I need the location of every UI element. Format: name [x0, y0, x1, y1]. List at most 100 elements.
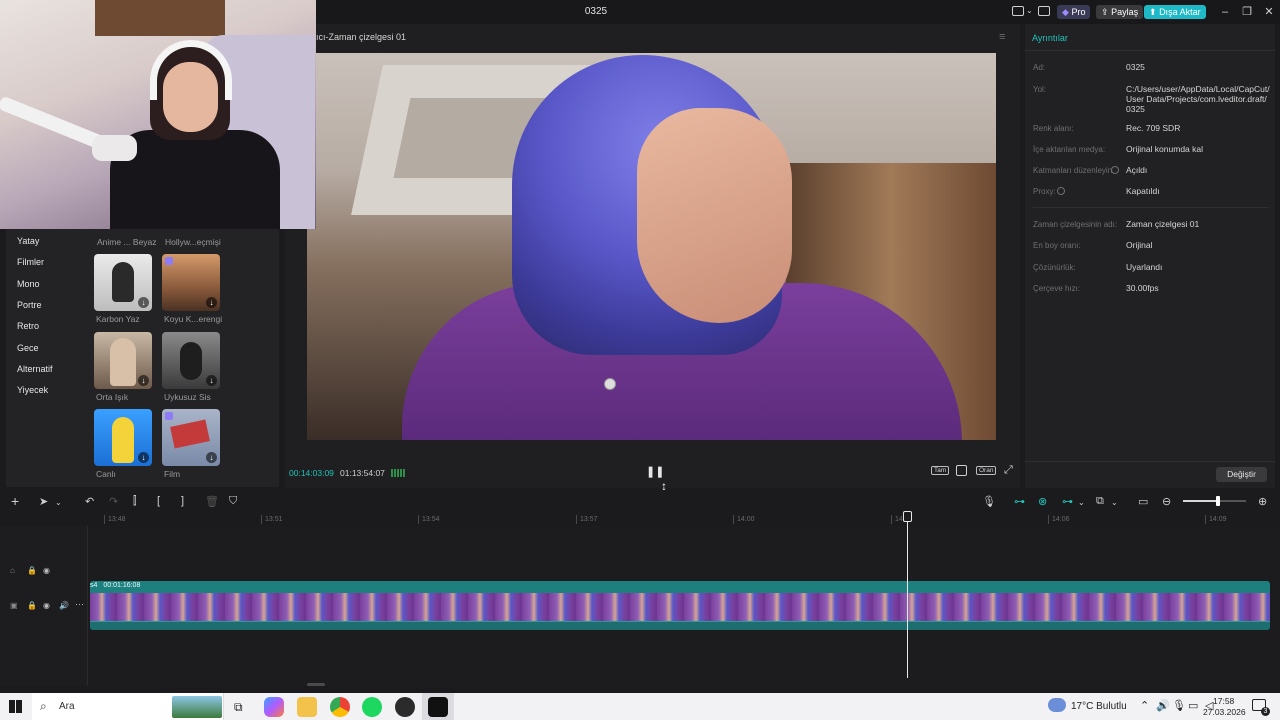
- zoom-slider[interactable]: [1183, 496, 1246, 506]
- preview-axis-icon[interactable]: ⧉: [1096, 495, 1104, 508]
- shield-icon[interactable]: ⛉: [229, 495, 237, 508]
- filter-thumb-orta-isik[interactable]: ↓: [94, 332, 152, 389]
- windows-start-icon[interactable]: [9, 700, 22, 713]
- split-icon[interactable]: ⫿: [133, 495, 137, 508]
- chevron-down-icon[interactable]: ⌄: [1026, 6, 1033, 15]
- pro-label: Pro: [1071, 7, 1086, 17]
- filter-label: Uykusuz Sis: [164, 392, 211, 402]
- timeline-ruler[interactable]: 13:48 13:51 13:54 13:57 14:00 14:0 14:06…: [88, 512, 1280, 526]
- category-gece[interactable]: Gece: [17, 343, 39, 353]
- download-icon[interactable]: ↓: [206, 375, 217, 386]
- capcut-icon[interactable]: [428, 697, 448, 717]
- spotify-icon[interactable]: [362, 697, 382, 717]
- chrome-icon[interactable]: [330, 697, 350, 717]
- filter-thumb-film[interactable]: ↓: [162, 409, 220, 466]
- track-cover-icon[interactable]: ⌂: [10, 566, 15, 575]
- chevron-down-icon[interactable]: ⌄: [55, 498, 62, 507]
- more-icon[interactable]: ⋯: [75, 599, 84, 610]
- player-menu-icon[interactable]: ≡: [999, 31, 1005, 43]
- export-button[interactable]: ⬆ Dışa Aktar: [1144, 5, 1206, 19]
- category-mono[interactable]: Mono: [17, 279, 40, 289]
- select-cursor-icon[interactable]: ➤: [39, 495, 48, 508]
- ratio-button[interactable]: Oran: [976, 466, 997, 475]
- pause-button[interactable]: ❚❚: [646, 465, 664, 478]
- filter-label: Koyu K...erengi: [164, 314, 223, 324]
- lock-icon[interactable]: 🔒: [27, 566, 37, 575]
- obs-icon[interactable]: [395, 697, 415, 717]
- category-retro[interactable]: Retro: [17, 321, 39, 331]
- link-main-track-icon[interactable]: ⊶: [1014, 495, 1025, 508]
- category-yiyecek[interactable]: Yiyecek: [17, 385, 48, 395]
- copilot-icon[interactable]: [264, 697, 284, 717]
- playhead-handle[interactable]: [903, 511, 912, 522]
- category-portre[interactable]: Portre: [17, 300, 42, 310]
- category-alternatif[interactable]: Alternatif: [17, 364, 53, 374]
- weather-text[interactable]: 17°C Bulutlu: [1071, 701, 1127, 712]
- category-yatay[interactable]: Yatay: [17, 236, 39, 246]
- download-icon[interactable]: ↓: [138, 452, 149, 463]
- fullscreen-icon[interactable]: ⤢: [1004, 464, 1013, 477]
- clock-date[interactable]: 27.03.2026: [1203, 707, 1246, 717]
- filter-thumb-canli[interactable]: ↓: [94, 409, 152, 466]
- track-header: ⌂ 🔒 ◉ ▣ 🔒 ◉ 🔊 ⋯: [0, 526, 88, 686]
- category-filmler[interactable]: Filmler: [17, 257, 44, 267]
- redo-icon[interactable]: ↷: [109, 495, 118, 508]
- eye-icon[interactable]: ◉: [43, 566, 50, 575]
- undo-icon[interactable]: ↶: [85, 495, 94, 508]
- microphone-icon[interactable]: 🎙: [982, 495, 996, 508]
- window-title: 0325: [584, 6, 608, 17]
- filter-label: Canlı: [96, 469, 116, 479]
- snap-icon[interactable]: ⊶: [1062, 495, 1073, 508]
- zoom-in-icon[interactable]: ⊕: [1258, 495, 1267, 508]
- filter-thumb-uykusuz-sis[interactable]: ↓: [162, 332, 220, 389]
- taskbar-search[interactable]: ⌕ Ara: [32, 693, 224, 720]
- clock-time[interactable]: 17:58: [1213, 696, 1234, 706]
- pro-button[interactable]: ◆ Pro: [1057, 5, 1091, 19]
- minimize-icon[interactable]: –: [1214, 4, 1236, 20]
- filter-thumb-karbon-yaz[interactable]: ↓: [94, 254, 152, 311]
- zoom-slider-handle[interactable]: [1216, 496, 1220, 506]
- snapshot-icon[interactable]: [956, 465, 967, 476]
- weather-icon[interactable]: [1048, 698, 1066, 712]
- lock-icon[interactable]: 🔒: [27, 601, 37, 610]
- info-icon[interactable]: [1111, 166, 1119, 174]
- file-explorer-icon[interactable]: [297, 697, 317, 717]
- playhead[interactable]: [907, 512, 908, 678]
- zoom-out-icon[interactable]: ⊖: [1162, 495, 1171, 508]
- download-icon[interactable]: ↓: [206, 452, 217, 463]
- shortcut-icon[interactable]: [1038, 6, 1050, 16]
- download-icon[interactable]: ↓: [206, 297, 217, 308]
- trim-right-icon[interactable]: ]: [181, 495, 184, 507]
- delete-icon[interactable]: 🗑: [205, 495, 219, 508]
- magnet-icon[interactable]: ⊗: [1038, 495, 1047, 508]
- full-quality-button[interactable]: Tam: [931, 466, 950, 475]
- layout-icon[interactable]: [1012, 6, 1024, 16]
- filter-thumb-koyu-kerengi[interactable]: ↓: [162, 254, 220, 311]
- modify-button[interactable]: Değiştir: [1216, 467, 1267, 482]
- trim-left-icon[interactable]: [: [157, 495, 160, 507]
- video-preview[interactable]: [307, 53, 996, 440]
- chevron-down-icon[interactable]: ⌄: [1111, 498, 1118, 507]
- network-icon[interactable]: ▭: [1188, 699, 1198, 712]
- eye-icon[interactable]: ◉: [43, 601, 50, 610]
- download-icon[interactable]: ↓: [138, 375, 149, 386]
- add-icon[interactable]: +: [11, 493, 19, 509]
- share-button[interactable]: ⇪ Paylaş: [1096, 5, 1144, 19]
- download-icon[interactable]: ↓: [138, 297, 149, 308]
- detail-label: Ad:: [1033, 63, 1046, 72]
- waveform-icon[interactable]: [391, 469, 405, 477]
- microphone-icon[interactable]: 🎙: [1172, 699, 1186, 712]
- subtitle-icon[interactable]: ▭: [1138, 495, 1148, 508]
- volume-icon[interactable]: 🔊: [59, 601, 69, 610]
- chevron-down-icon[interactable]: ⌄: [1078, 498, 1085, 507]
- maximize-icon[interactable]: ❐: [1236, 4, 1258, 20]
- clip-label: s4 00:01:16:08: [90, 582, 140, 589]
- info-icon[interactable]: [1057, 187, 1065, 195]
- chevron-up-icon[interactable]: ⌃: [1140, 699, 1149, 712]
- volume-icon[interactable]: 🔊: [1156, 699, 1170, 712]
- task-view-icon[interactable]: ⧉: [234, 700, 243, 715]
- close-icon[interactable]: ✕: [1258, 4, 1280, 20]
- video-clip[interactable]: s4 00:01:16:08: [90, 581, 1270, 630]
- timeline-scrollbar[interactable]: [307, 683, 325, 686]
- search-placeholder: Ara: [59, 701, 75, 712]
